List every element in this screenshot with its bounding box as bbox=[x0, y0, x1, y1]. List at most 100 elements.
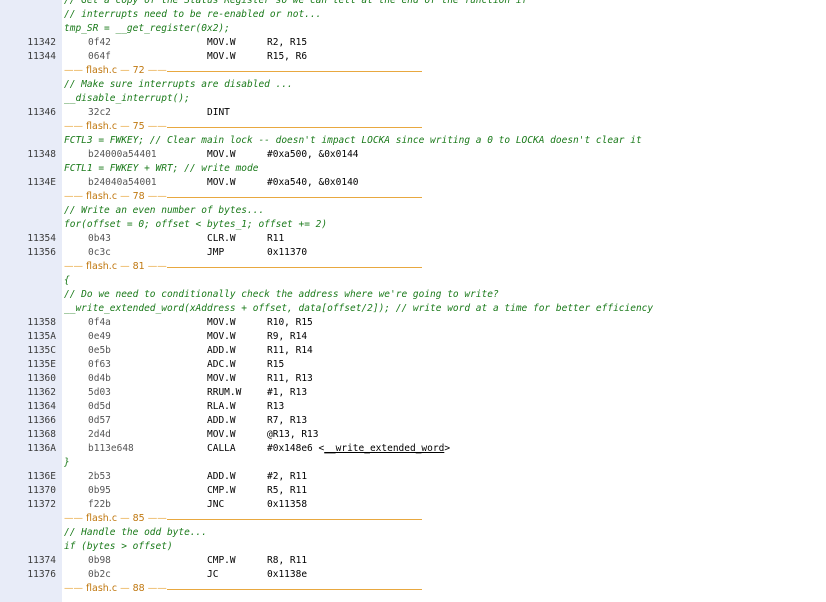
source-text: // Make sure interrupts are disabled ... bbox=[64, 79, 293, 90]
opcode-bytes: 0f4a bbox=[88, 317, 111, 328]
operand-text: #0xa540, &0x0140 bbox=[267, 177, 359, 188]
mnemonic: ADD.W bbox=[207, 345, 236, 356]
source-separator: —— flash.c — 85 —— bbox=[0, 512, 826, 526]
opcode-bytes: 2d4d bbox=[88, 429, 111, 440]
operand-text: R5, R11 bbox=[267, 485, 308, 496]
opcode-bytes: b24040a54001 bbox=[88, 177, 157, 188]
operand-suffix: > bbox=[444, 443, 451, 454]
source-line: FCTL3 = FWKEY; // Clear main lock -- doe… bbox=[0, 134, 826, 148]
address: 11346 bbox=[27, 107, 56, 118]
operand-text: #2, R11 bbox=[267, 471, 308, 482]
instruction-row: 1135C 0e5b ADD.W R11, R14 bbox=[0, 344, 826, 358]
source-text: __write_extended_word(xAddress + offset,… bbox=[64, 303, 654, 314]
address: 11370 bbox=[27, 485, 56, 496]
mnemonic: RRUM.W bbox=[207, 387, 242, 398]
source-file[interactable]: flash.c bbox=[86, 261, 117, 272]
address: 11366 bbox=[27, 415, 56, 426]
opcode-bytes: 0b95 bbox=[88, 485, 111, 496]
operand-text: 0x11358 bbox=[267, 499, 308, 510]
source-line: tmp_SR = __get_register(0x2); bbox=[0, 22, 826, 36]
mnemonic: MOV.W bbox=[207, 51, 236, 62]
mnemonic: CMP.W bbox=[207, 485, 236, 496]
address: 11356 bbox=[27, 247, 56, 258]
source-line: if (bytes > offset) bbox=[0, 540, 826, 554]
opcode-bytes: 0b43 bbox=[88, 233, 111, 244]
source-file[interactable]: flash.c bbox=[86, 191, 117, 202]
operand-text: R7, R13 bbox=[267, 415, 308, 426]
address: 1135C bbox=[27, 345, 56, 356]
mnemonic: MOV.W bbox=[207, 317, 236, 328]
source-line: for(offset = 0; offset < bytes_1; offset… bbox=[0, 218, 826, 232]
instruction-row: 11348 b24000a54401 MOV.W #0xa500, &0x0144 bbox=[0, 148, 826, 162]
address: 11354 bbox=[27, 233, 56, 244]
opcode-bytes: f22b bbox=[88, 499, 111, 510]
opcode-bytes: 2b53 bbox=[88, 471, 111, 482]
operands: @R13, R13 bbox=[267, 428, 318, 442]
source-separator: —— flash.c — 81 —— bbox=[0, 260, 826, 274]
address: 11374 bbox=[27, 555, 56, 566]
operands: R8, R11 bbox=[267, 554, 307, 568]
source-line-number: 75 bbox=[132, 121, 145, 132]
instruction-row: 11358 0f4a MOV.W R10, R15 bbox=[0, 316, 826, 330]
instruction-row: 11360 0d4b MOV.W R11, R13 bbox=[0, 372, 826, 386]
source-line: // interrupts need to be re-enabled or n… bbox=[0, 8, 826, 22]
source-line: // Get a copy of the Status Register so … bbox=[0, 0, 826, 8]
separator-label: —— flash.c — 75 —— bbox=[64, 120, 167, 134]
source-file[interactable]: flash.c bbox=[86, 121, 117, 132]
opcode-bytes: b113e648 bbox=[88, 443, 134, 454]
address: 1136A bbox=[27, 443, 56, 454]
operand-text: 0x11370 bbox=[267, 247, 308, 258]
source-text: if (bytes > offset) bbox=[64, 541, 173, 552]
source-file[interactable]: flash.c bbox=[86, 513, 117, 524]
opcode-bytes: 064f bbox=[88, 51, 111, 62]
source-text: // Get a copy of the Status Register so … bbox=[64, 0, 528, 6]
instruction-row: 11346 32c2 DINT bbox=[0, 106, 826, 120]
address: 1136E bbox=[27, 471, 56, 482]
instruction-row: 1136A b113e648 CALLA #0x148e6 <__write_exte… bbox=[0, 442, 826, 456]
operand-text: R11, R14 bbox=[267, 345, 313, 356]
operands: R11 bbox=[267, 232, 284, 246]
source-line: __disable_interrupt(); bbox=[0, 92, 826, 106]
instruction-row: 11366 0d57 ADD.W R7, R13 bbox=[0, 414, 826, 428]
source-separator: —— flash.c — 75 —— bbox=[0, 120, 826, 134]
source-line-number: 78 bbox=[132, 191, 145, 202]
address: 11342 bbox=[27, 37, 56, 48]
disassembly-view: // Get a copy of the Status Register so … bbox=[0, 0, 826, 596]
operands: R15 bbox=[267, 358, 284, 372]
source-text: __disable_interrupt(); bbox=[64, 93, 190, 104]
operands: #0xa500, &0x0144 bbox=[267, 148, 359, 162]
source-text: for(offset = 0; offset < bytes_1; offset… bbox=[64, 219, 328, 230]
operand-text: R9, R14 bbox=[267, 331, 308, 342]
operands: #2, R11 bbox=[267, 470, 307, 484]
source-text: { bbox=[64, 275, 70, 286]
mnemonic: MOV.W bbox=[207, 373, 236, 384]
address: 11368 bbox=[27, 429, 56, 440]
instruction-row: 11368 2d4d MOV.W @R13, R13 bbox=[0, 428, 826, 442]
operands: R10, R15 bbox=[267, 316, 313, 330]
mnemonic: CALLA bbox=[207, 443, 236, 454]
operands: R7, R13 bbox=[267, 414, 307, 428]
function-link[interactable]: __write_extended_word bbox=[324, 443, 444, 454]
operand-text: R11 bbox=[267, 233, 285, 244]
mnemonic: JMP bbox=[207, 247, 225, 258]
source-line: // Write an even number of bytes... bbox=[0, 204, 826, 218]
source-line: // Handle the odd byte... bbox=[0, 526, 826, 540]
source-text: FCTL3 = FWKEY; // Clear main lock -- doe… bbox=[64, 135, 642, 146]
operand-text: R2, R15 bbox=[267, 37, 308, 48]
opcode-bytes: 0b98 bbox=[88, 555, 111, 566]
opcode-bytes: b24000a54401 bbox=[88, 149, 157, 160]
operand-text: R8, R11 bbox=[267, 555, 308, 566]
source-line: // Make sure interrupts are disabled ... bbox=[0, 78, 826, 92]
opcode-bytes: 0b2c bbox=[88, 569, 111, 580]
operand-text: #1, R13 bbox=[267, 387, 308, 398]
mnemonic: JNC bbox=[207, 499, 225, 510]
source-text: // Handle the odd byte... bbox=[64, 527, 207, 538]
source-line-number: 85 bbox=[132, 513, 145, 524]
opcode-bytes: 0e5b bbox=[88, 345, 111, 356]
instruction-row: 11364 0d5d RLA.W R13 bbox=[0, 400, 826, 414]
instruction-row: 1134E b24040a54001 MOV.W #0xa540, &0x0140 bbox=[0, 176, 826, 190]
source-file[interactable]: flash.c bbox=[86, 65, 117, 76]
source-file[interactable]: flash.c bbox=[86, 583, 117, 594]
separator-label: —— flash.c — 85 —— bbox=[64, 512, 167, 526]
opcode-bytes: 0e49 bbox=[88, 331, 111, 342]
